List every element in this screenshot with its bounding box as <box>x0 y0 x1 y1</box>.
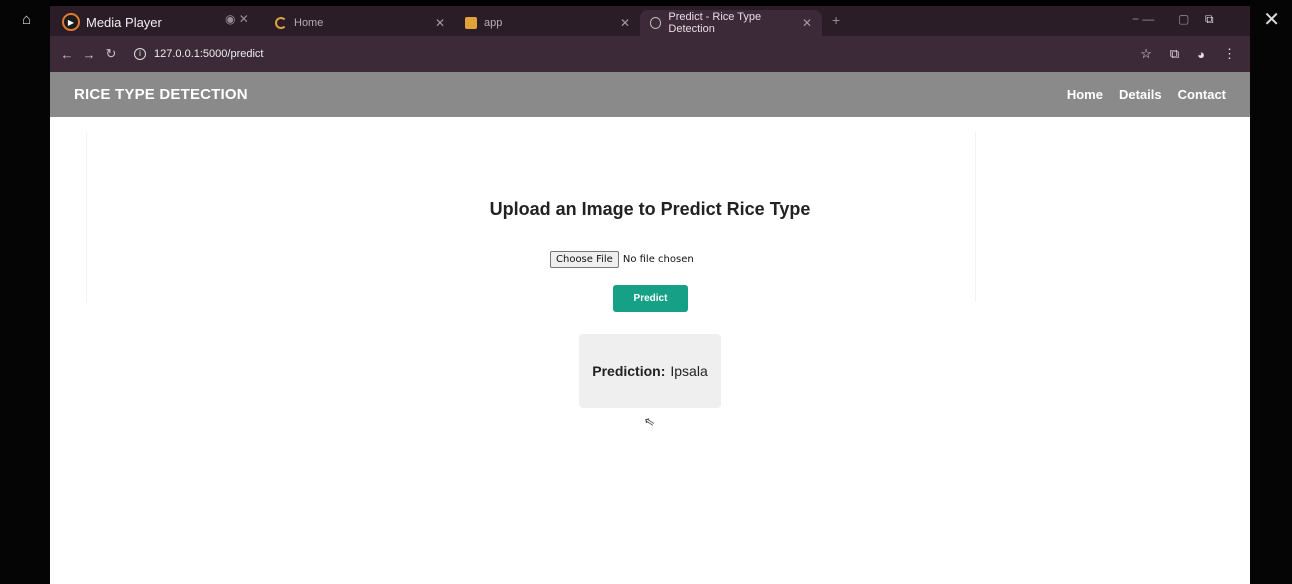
menu-icon[interactable]: ⋮ <box>1223 46 1236 62</box>
media-player-title-text: Media Player <box>86 14 162 30</box>
close-icon[interactable]: ✕ <box>1263 9 1280 31</box>
tab-close-icon[interactable]: ✕ <box>620 16 630 30</box>
address-bar: ← → ↻ i 127.0.0.1:5000/predict ☆ ⧉ ◕ ⋮ <box>50 36 1250 72</box>
maximize-icon[interactable]: ▢ <box>1178 12 1189 26</box>
media-player-right-bar: ✕ <box>1250 0 1292 584</box>
forward-icon[interactable]: → <box>78 47 100 62</box>
extensions-icon[interactable]: ⧉ <box>1170 46 1179 62</box>
file-input[interactable]: Choose File No file chosen <box>550 251 694 268</box>
nav-link-contact[interactable]: Contact <box>1178 87 1226 102</box>
url-field[interactable]: i 127.0.0.1:5000/predict <box>134 48 263 60</box>
tab-home[interactable]: Home ✕ <box>265 10 455 36</box>
web-page: RICE TYPE DETECTION Home Details Contact… <box>50 72 1250 584</box>
back-icon[interactable]: ← <box>56 47 78 62</box>
prediction-label: Prediction: <box>592 363 666 379</box>
tab-close-icon[interactable]: ✕ <box>435 16 445 30</box>
home-icon[interactable]: ⌂ <box>22 12 38 28</box>
choose-file-button[interactable]: Choose File <box>550 251 619 268</box>
site-nav: Home Details Contact <box>1067 72 1226 117</box>
loading-icon <box>275 17 287 29</box>
prediction-result: Prediction: Ipsala <box>579 334 721 408</box>
restore-icon[interactable]: ⧉ <box>1205 12 1214 27</box>
new-tab-icon[interactable]: + <box>832 12 840 28</box>
file-status-text: No file chosen <box>622 254 694 265</box>
app-icon <box>465 17 477 29</box>
nav-link-home[interactable]: Home <box>1067 87 1103 102</box>
nav-link-details[interactable]: Details <box>1119 87 1162 102</box>
globe-icon <box>650 17 662 29</box>
bookmark-star-icon[interactable]: ☆ <box>1140 46 1152 62</box>
tab-close-icon[interactable]: ✕ <box>802 16 812 30</box>
predict-button[interactable]: Predict <box>613 285 688 312</box>
media-player-window: ⌂ ✕ ▶ Media Player ◉ ✕ Home ✕ app ✕ Pred… <box>0 0 1292 584</box>
tab-app[interactable]: app ✕ <box>455 10 640 36</box>
media-player-logo-icon: ▶ <box>62 13 80 31</box>
info-icon[interactable]: i <box>134 48 146 60</box>
tab-label: Home <box>294 17 324 29</box>
profile-icon[interactable]: ◕ <box>1197 47 1205 62</box>
prediction-value: Ipsala <box>670 363 708 379</box>
media-player-title: ▶ Media Player <box>62 10 162 34</box>
tab-bar: ▶ Media Player ◉ ✕ Home ✕ app ✕ Predict … <box>50 6 1250 36</box>
minimize-icon[interactable]: − — <box>1132 12 1154 26</box>
site-brand[interactable]: RICE TYPE DETECTION <box>74 72 248 117</box>
mouse-cursor-icon: ⇖ <box>642 413 657 430</box>
media-player-left-bar: ⌂ <box>0 0 50 584</box>
tab-label: Predict - Rice Type Detection <box>668 11 762 35</box>
tab-label: app <box>484 17 503 29</box>
page-title: Upload an Image to Predict Rice Type <box>489 199 811 219</box>
tab-predict[interactable]: Predict - Rice Type Detection ✕ <box>640 10 822 36</box>
reload-icon[interactable]: ↻ <box>100 46 122 62</box>
address-bar-actions: ☆ ⧉ ◕ ⋮ <box>1140 36 1236 72</box>
site-navbar: RICE TYPE DETECTION Home Details Contact <box>50 72 1250 117</box>
url-text: 127.0.0.1:5000/predict <box>154 48 264 60</box>
browser-window: ▶ Media Player ◉ ✕ Home ✕ app ✕ Predict … <box>50 6 1250 584</box>
record-icon[interactable]: ◉ ✕ <box>225 12 249 26</box>
